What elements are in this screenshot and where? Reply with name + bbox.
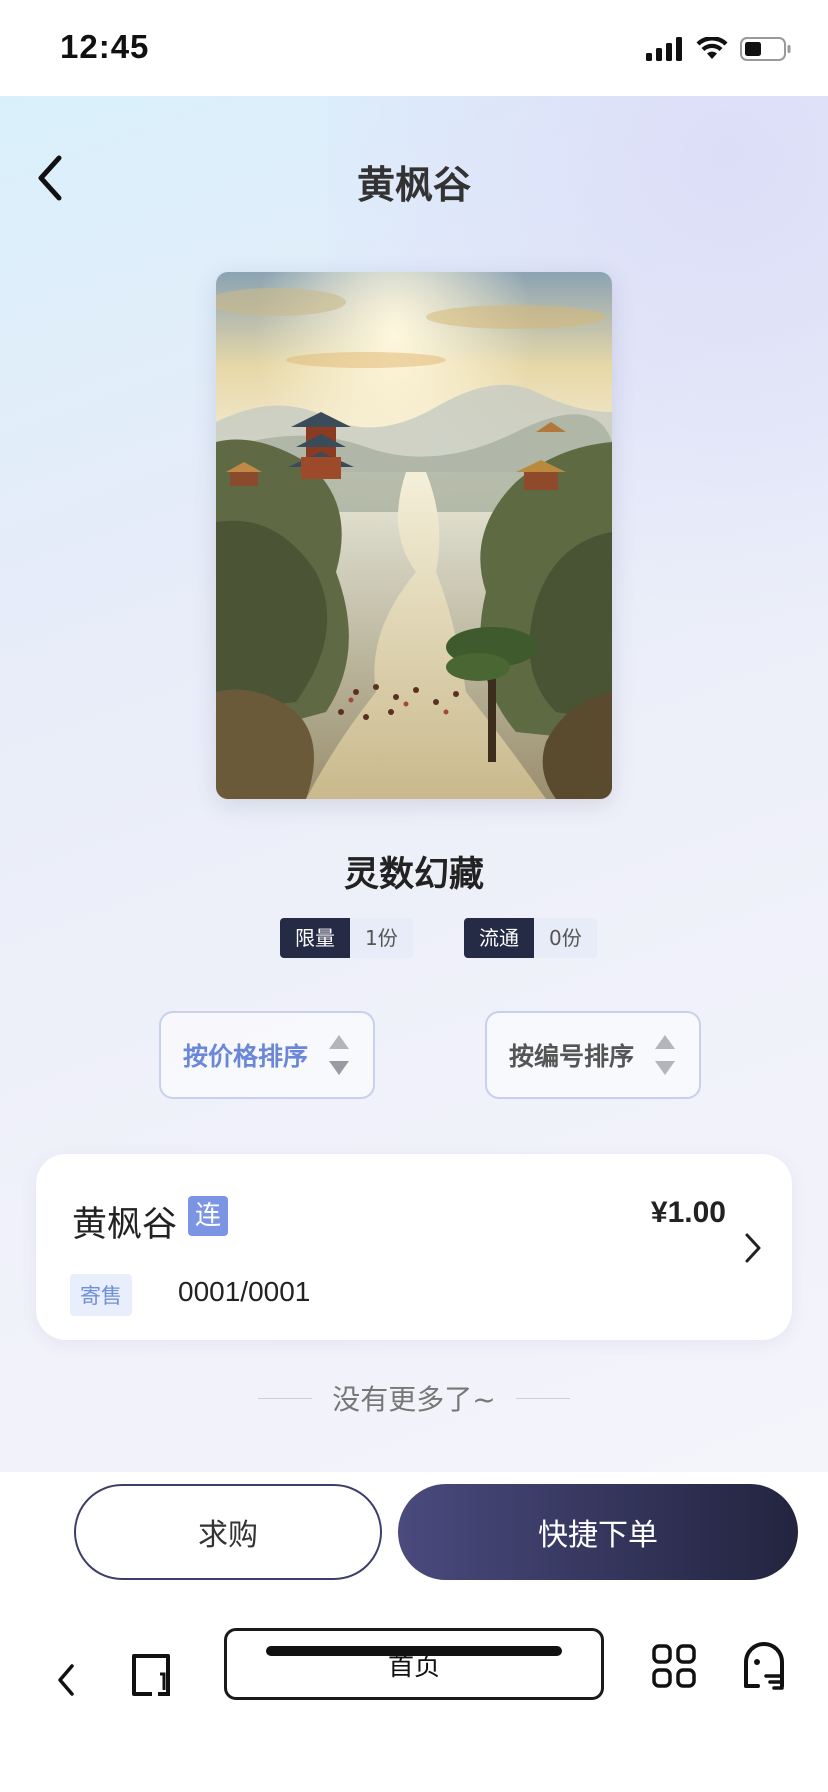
circulation-tag-label: 流通 bbox=[464, 918, 534, 958]
limit-tag-value: 1份 bbox=[350, 918, 413, 958]
chain-badge: 连 bbox=[188, 1196, 228, 1236]
ask-to-buy-button[interactable]: 求购 bbox=[74, 1484, 382, 1580]
chevron-left-icon bbox=[58, 1664, 74, 1696]
grid-icon bbox=[652, 1644, 696, 1688]
home-indicator bbox=[266, 1646, 562, 1656]
profile-button[interactable] bbox=[742, 1642, 786, 1690]
ghost-icon bbox=[744, 1642, 784, 1690]
end-of-list: 没有更多了~ bbox=[0, 1378, 828, 1418]
sort-arrows-icon bbox=[655, 1035, 675, 1075]
listing-title: 黄枫谷 bbox=[72, 1205, 178, 1245]
circulation-tag: 流通 0份 bbox=[464, 918, 597, 958]
sort-down-icon bbox=[655, 1061, 675, 1075]
cellular-signal-icon bbox=[646, 37, 682, 61]
collection-name: 灵数幻藏 bbox=[343, 855, 484, 895]
end-of-list-text: 没有更多了~ bbox=[332, 1383, 496, 1416]
chevron-right-icon bbox=[744, 1232, 762, 1268]
address-bar[interactable]: 首页 bbox=[224, 1628, 604, 1700]
status-icons bbox=[646, 34, 792, 64]
browser-back-button[interactable] bbox=[46, 1650, 86, 1710]
sort-arrows-icon bbox=[329, 1035, 349, 1075]
status-time: 12:45 bbox=[60, 28, 150, 65]
action-bar: 求购 快捷下单 bbox=[0, 1472, 828, 1620]
listing-price: ¥1.00 bbox=[650, 1196, 726, 1229]
limit-tag: 限量 1份 bbox=[280, 918, 413, 958]
quick-order-button[interactable]: 快捷下单 bbox=[398, 1484, 798, 1580]
browser-toolbar: 首页 bbox=[0, 1620, 828, 1792]
tabs-icon bbox=[132, 1654, 170, 1696]
sort-up-icon bbox=[655, 1035, 675, 1049]
divider bbox=[515, 1397, 570, 1399]
battery-icon bbox=[740, 37, 791, 61]
sort-up-icon bbox=[329, 1035, 349, 1049]
sort-by-price-button[interactable]: 按价格排序 bbox=[159, 1011, 375, 1099]
sort-by-number-button[interactable]: 按编号排序 bbox=[485, 1011, 701, 1099]
circulation-tag-value: 0份 bbox=[534, 918, 597, 958]
apps-grid-button[interactable] bbox=[652, 1644, 696, 1688]
listing-status-badge: 寄售 bbox=[70, 1274, 132, 1316]
divider bbox=[258, 1397, 313, 1399]
sort-by-number-label: 按编号排序 bbox=[509, 1042, 635, 1071]
collection-artwork[interactable] bbox=[216, 272, 612, 799]
listing-card[interactable]: 黄枫谷 连 ¥1.00 寄售 0001/0001 bbox=[36, 1154, 792, 1340]
wifi-icon bbox=[696, 37, 728, 59]
limit-tag-label: 限量 bbox=[280, 918, 350, 958]
status-bar: 12:45 bbox=[0, 0, 828, 96]
artwork-image bbox=[216, 272, 612, 799]
sort-down-icon bbox=[329, 1061, 349, 1075]
page-title: 黄枫谷 bbox=[356, 163, 471, 207]
tabs-button[interactable] bbox=[130, 1650, 178, 1706]
sort-by-price-label: 按价格排序 bbox=[183, 1042, 309, 1071]
listing-serial: 0001/0001 bbox=[178, 1276, 311, 1307]
